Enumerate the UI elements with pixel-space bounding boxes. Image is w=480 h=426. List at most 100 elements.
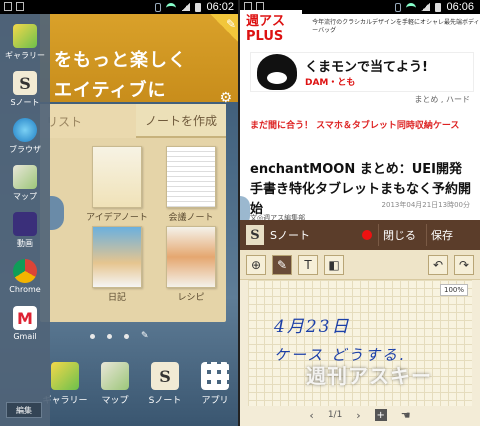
snote-widget: リスト ノートを作成 アイデアノート 会議ノート 日記 レシピ xyxy=(40,104,226,322)
left-phone-screen: 06:02 をもっと楽しく エイティブに ✎ ⚙ リスト ノートを作成 アイデア… xyxy=(0,0,240,426)
home-page-indicator: ✎ xyxy=(90,331,149,341)
signal-icon xyxy=(181,3,191,11)
tray-item-browser[interactable]: ブラウザ xyxy=(9,118,41,155)
add-page-button[interactable]: + xyxy=(374,409,387,421)
kumamon-title: くまモンで当てよう! xyxy=(305,60,428,75)
signal-icon xyxy=(421,3,431,11)
notification-icon xyxy=(16,2,24,11)
snote-icon: S xyxy=(246,225,264,245)
multi-window-tray: ギャラリー S Sノート ブラウザ マップ 動画 Chrome M Gmail … xyxy=(0,14,50,426)
redo-icon[interactable]: ↷ xyxy=(454,254,474,275)
tray-item-map[interactable]: マップ xyxy=(13,165,37,202)
prev-page-icon[interactable]: ‹ xyxy=(309,409,313,422)
handwriting-line1: 4月23日 xyxy=(274,317,351,337)
tray-edit-button[interactable]: 編集 xyxy=(6,402,42,418)
popup-titlebar: S Sノート 閉じる 保存 xyxy=(240,220,480,250)
article-title: enchantMOON まとめ：UEI開発 手書き特化タブレットまもなく予約開始 xyxy=(250,162,472,217)
template-diary[interactable] xyxy=(92,226,142,288)
battery-icon xyxy=(195,2,202,12)
text-tool-icon[interactable]: T xyxy=(298,254,318,275)
template-label: アイデアノート xyxy=(86,213,148,223)
tray-item-chrome[interactable]: Chrome xyxy=(9,259,41,296)
tray-item-gmail[interactable]: M Gmail xyxy=(13,306,37,343)
tray-label: マップ xyxy=(13,192,37,201)
gallery-icon xyxy=(13,24,37,48)
apps-icon xyxy=(201,362,229,390)
status-time: 06:06 xyxy=(446,1,474,13)
tray-label: Sノート xyxy=(10,98,40,107)
save-button[interactable]: 保存 xyxy=(426,224,457,246)
ad-text: 今年流行のクラシカルデザインを手軽にオシャレ最先端ボディーバッグ xyxy=(312,19,480,34)
gallery-icon xyxy=(51,362,79,390)
page-dot xyxy=(90,334,95,339)
snote-popup-window: S Sノート 閉じる 保存 ⊕ ✎ T ◧ ↶ ↷ 100% 4月23日 ケース… xyxy=(240,220,480,426)
kumamon-banner[interactable]: くまモンで当てよう! DAM・とも xyxy=(250,52,474,92)
kumamon-icon xyxy=(257,54,297,90)
close-button[interactable]: 閉じる xyxy=(378,224,420,246)
popup-title: Sノート xyxy=(270,229,310,242)
screenshot-root: 06:02 をもっと楽しく エイティブに ✎ ⚙ リスト ノートを作成 アイデア… xyxy=(0,0,480,426)
pen-page-icon: ✎ xyxy=(141,331,149,341)
tab-list[interactable]: リスト xyxy=(40,104,136,138)
undo-icon[interactable]: ↶ xyxy=(428,254,448,275)
template-meeting-note[interactable] xyxy=(166,146,216,208)
chrome-icon xyxy=(12,259,37,283)
kumamon-sub: DAM・とも xyxy=(305,78,356,88)
template-label: レシピ xyxy=(177,293,205,303)
right-phone-screen: 06:06 週アス PLUS 今年流行のクラシカルデザインを手軽にオシャレ最先端… xyxy=(240,0,480,426)
template-label: 日記 xyxy=(107,293,126,303)
banner-line2: エイティブに xyxy=(54,80,167,101)
ad-banner[interactable]: 週アス PLUS 今年流行のクラシカルデザインを手軽にオシャレ最先端ボディーバッ… xyxy=(240,10,480,44)
page-navigation: ‹ 1/1 › + ☚ xyxy=(240,406,480,424)
template-recipe[interactable] xyxy=(166,226,216,288)
watermark-logo: 週刊アスキー xyxy=(306,364,432,388)
template-idea-note[interactable] xyxy=(92,146,142,208)
dock-label: Sノート xyxy=(148,396,182,406)
pen-tool-icon[interactable]: ✎ xyxy=(272,254,292,275)
snote-tabs: リスト ノートを作成 xyxy=(40,104,226,138)
promo-link[interactable]: まだ間に合う！ スマホ＆タブレット同時収納ケース xyxy=(250,118,459,131)
dock-snote[interactable]: S Sノート xyxy=(142,362,188,410)
notification-icons xyxy=(4,2,24,11)
video-icon xyxy=(13,212,37,236)
pen-icon: ✎ xyxy=(225,17,236,31)
snote-icon: S xyxy=(12,71,37,95)
tray-label: 動画 xyxy=(17,239,33,248)
article-date: 2013年04月21日13時00分 xyxy=(381,201,470,209)
tray-item-snote[interactable]: S Sノート xyxy=(10,71,40,108)
page-dot xyxy=(107,334,112,339)
page-dot xyxy=(124,334,129,339)
tray-label: Gmail xyxy=(13,332,37,341)
tray-item-video[interactable]: 動画 xyxy=(13,212,37,249)
tray-label: ブラウザ xyxy=(9,145,41,154)
dock-label: アプリ xyxy=(201,396,229,406)
pen-corner-button[interactable]: ✎ xyxy=(210,14,240,44)
bluetooth-icon xyxy=(395,2,402,12)
wifi-icon xyxy=(406,3,417,11)
status-bar: 06:02 xyxy=(0,0,240,14)
tab-create-note[interactable]: ノートを作成 xyxy=(136,104,226,138)
banner-line1: をもっと楽しく xyxy=(54,50,187,71)
record-icon[interactable] xyxy=(362,230,372,240)
popup-toolbar: ⊕ ✎ T ◧ ↶ ↷ xyxy=(240,250,480,280)
tray-item-gallery[interactable]: ギャラリー xyxy=(5,24,45,61)
map-icon xyxy=(101,362,129,390)
eraser-tool-icon[interactable]: ◧ xyxy=(324,254,344,275)
dock-apps[interactable]: アプリ xyxy=(192,362,238,410)
wifi-icon xyxy=(166,3,177,11)
template-label: 会議ノート xyxy=(168,213,214,223)
bluetooth-icon xyxy=(155,2,162,12)
next-page-icon[interactable]: › xyxy=(356,409,360,422)
browser-icon xyxy=(13,118,37,142)
tray-label: ギャラリー xyxy=(5,51,45,60)
category-links[interactable]: まとめ , ハード xyxy=(414,94,470,105)
map-icon xyxy=(13,165,37,189)
dock-map[interactable]: マップ xyxy=(92,362,138,410)
zoom-level: 100% xyxy=(439,284,468,296)
snote-banner: をもっと楽しく エイティブに ✎ ⚙ xyxy=(40,14,240,106)
tray-label: Chrome xyxy=(9,285,41,294)
snote-icon: S xyxy=(151,362,179,390)
add-page-icon[interactable]: ⊕ xyxy=(246,254,266,275)
pointer-icon[interactable]: ☚ xyxy=(401,409,411,422)
home-dock: ギャラリー マップ S Sノート アプリ xyxy=(40,362,240,410)
